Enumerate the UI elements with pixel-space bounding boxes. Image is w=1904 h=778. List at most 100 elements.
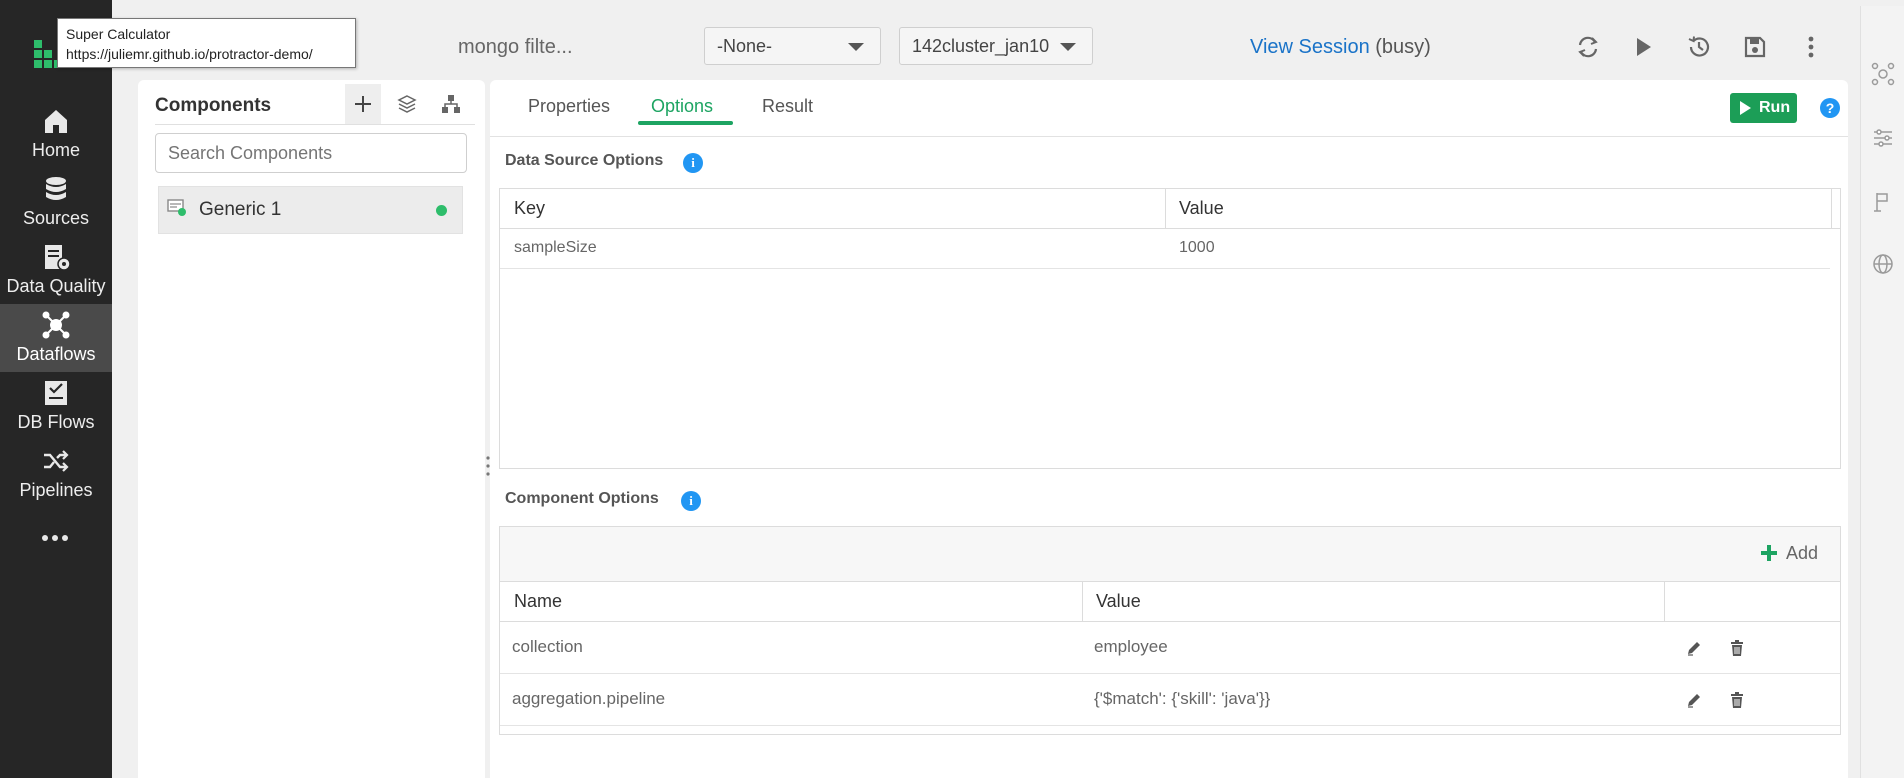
tab-result[interactable]: Result	[762, 96, 813, 117]
right-rail	[1860, 6, 1904, 778]
plus-icon	[355, 96, 371, 112]
status-dot	[436, 205, 447, 216]
nav-item-label: DB Flows	[17, 412, 95, 432]
history-icon[interactable]	[1686, 34, 1712, 60]
dataflow-graph-icon[interactable]	[1871, 62, 1895, 86]
refresh-icon[interactable]	[1575, 34, 1601, 60]
add-option-button[interactable]: Add	[1760, 542, 1830, 566]
add-label: Add	[1786, 543, 1819, 563]
nav-item-label: Home	[31, 140, 80, 160]
table-toolbar: Add	[500, 527, 1840, 582]
home-icon	[45, 110, 67, 133]
tab-properties[interactable]: Properties	[528, 96, 610, 117]
tooltip-title: Super Calculator	[66, 26, 171, 42]
dataflow-name[interactable]: mongo filte...	[458, 36, 573, 59]
browser-tooltip: Super Calculator https://juliemr.github.…	[57, 18, 356, 68]
db-flows-icon	[45, 381, 67, 405]
play-icon[interactable]	[1630, 34, 1656, 60]
trash-icon[interactable]	[1728, 691, 1746, 709]
data-source-options-title: Data Source Options	[505, 152, 664, 169]
nav-item-dataflows[interactable]: Dataflows	[0, 304, 112, 372]
hierarchy-button[interactable]	[433, 84, 469, 124]
component-list-item[interactable]: Generic 1	[158, 186, 463, 234]
layers-icon	[397, 95, 417, 113]
divider	[155, 124, 475, 125]
components-title: Components	[155, 95, 272, 116]
column-separator	[1831, 189, 1832, 229]
trash-icon[interactable]	[1728, 639, 1746, 657]
cluster-select[interactable]: 142cluster_jan10	[899, 27, 1093, 65]
edit-icon[interactable]	[1685, 639, 1703, 657]
tab-options[interactable]: Options	[651, 96, 713, 117]
table-row[interactable]: aggregation.pipeline {'$match': {'skill'…	[500, 675, 1840, 726]
nav-item-sources[interactable]: Sources	[0, 168, 112, 236]
cell-name: aggregation.pipeline	[512, 689, 666, 708]
nav-item-pipelines[interactable]: Pipelines	[0, 440, 112, 508]
cell-value[interactable]: 1000	[1179, 239, 1215, 257]
view-session-link[interactable]: View Session	[1250, 36, 1370, 58]
components-toolbar	[345, 84, 475, 124]
table-header: Key Value	[500, 189, 1840, 229]
cluster-select-value: 142cluster_jan10	[912, 36, 1050, 56]
component-options-table: Add Name Value collection employee aggre…	[499, 526, 1841, 735]
data-source-options-table: Key Value sampleSize 1000	[499, 188, 1841, 469]
add-component-button[interactable]	[345, 84, 381, 124]
component-options-title: Component Options	[505, 490, 659, 507]
info-icon[interactable]: i	[681, 491, 701, 511]
more-vertical-icon[interactable]	[1798, 34, 1824, 60]
nav-item-db-flows[interactable]: DB Flows	[0, 372, 112, 440]
nav-item-label: Sources	[22, 208, 90, 228]
environment-select-value: -None-	[717, 36, 773, 56]
column-separator	[1664, 582, 1665, 622]
table-header: Name Value	[500, 582, 1840, 622]
column-header-key: Key	[514, 198, 546, 218]
nav-item-label: Data Quality	[6, 276, 106, 296]
pipelines-icon	[44, 450, 69, 472]
active-tab-indicator	[638, 121, 733, 125]
column-separator	[1082, 582, 1083, 622]
left-navigation: Home Sources Data Quality Dataflows DB F…	[0, 0, 112, 778]
run-button[interactable]: Run	[1730, 93, 1797, 123]
layers-button[interactable]	[389, 84, 425, 124]
chevron-down-icon	[848, 43, 864, 51]
dataflows-icon	[42, 311, 70, 339]
table-row[interactable]: collection employee	[500, 623, 1840, 674]
more-icon[interactable]	[40, 528, 70, 548]
search-components-input[interactable]	[155, 133, 467, 173]
run-label: Run	[1759, 99, 1791, 116]
components-panel: Components Search Components Generic 1	[138, 80, 485, 778]
table-row[interactable]: sampleSize 1000	[500, 230, 1830, 269]
flag-icon[interactable]	[1871, 190, 1895, 214]
session-busy-text: (busy)	[1375, 36, 1431, 58]
component-label: Generic 1	[199, 199, 282, 220]
column-header-name: Name	[514, 591, 563, 611]
cell-value: {'$match': {'skill': 'java'}}	[1094, 689, 1271, 708]
chevron-down-icon	[1060, 43, 1076, 51]
nav-item-home[interactable]: Home	[0, 100, 112, 168]
cell-name: collection	[512, 637, 583, 656]
nav-item-label: Pipelines	[19, 480, 93, 500]
cell-value: employee	[1094, 637, 1168, 656]
play-icon	[1740, 101, 1751, 115]
tooltip-url: https://juliemr.github.io/protractor-dem…	[66, 46, 313, 62]
info-icon[interactable]: i	[683, 153, 703, 173]
generic-component-icon	[167, 199, 186, 216]
tab-bar: Properties Options Result Run ?	[490, 80, 1848, 137]
cell-key: sampleSize	[514, 239, 597, 256]
environment-select[interactable]: -None-	[704, 27, 881, 65]
database-icon	[46, 177, 66, 200]
data-quality-icon	[45, 245, 71, 271]
plus-icon	[1761, 545, 1777, 561]
hierarchy-icon	[442, 95, 460, 113]
main-panel: Properties Options Result Run ? Data Sou…	[490, 80, 1848, 778]
filters-icon[interactable]	[1871, 126, 1895, 150]
column-header-value: Value	[1179, 198, 1224, 218]
nav-item-data-quality[interactable]: Data Quality	[0, 236, 112, 304]
globe-icon[interactable]	[1871, 252, 1895, 276]
save-icon[interactable]	[1742, 34, 1768, 60]
help-icon[interactable]: ?	[1820, 98, 1840, 118]
column-header-value: Value	[1096, 591, 1141, 611]
edit-icon[interactable]	[1685, 691, 1703, 709]
top-bar: mongo filte... -None- 142cluster_jan10 V…	[112, 6, 1860, 76]
column-separator	[1165, 189, 1166, 229]
